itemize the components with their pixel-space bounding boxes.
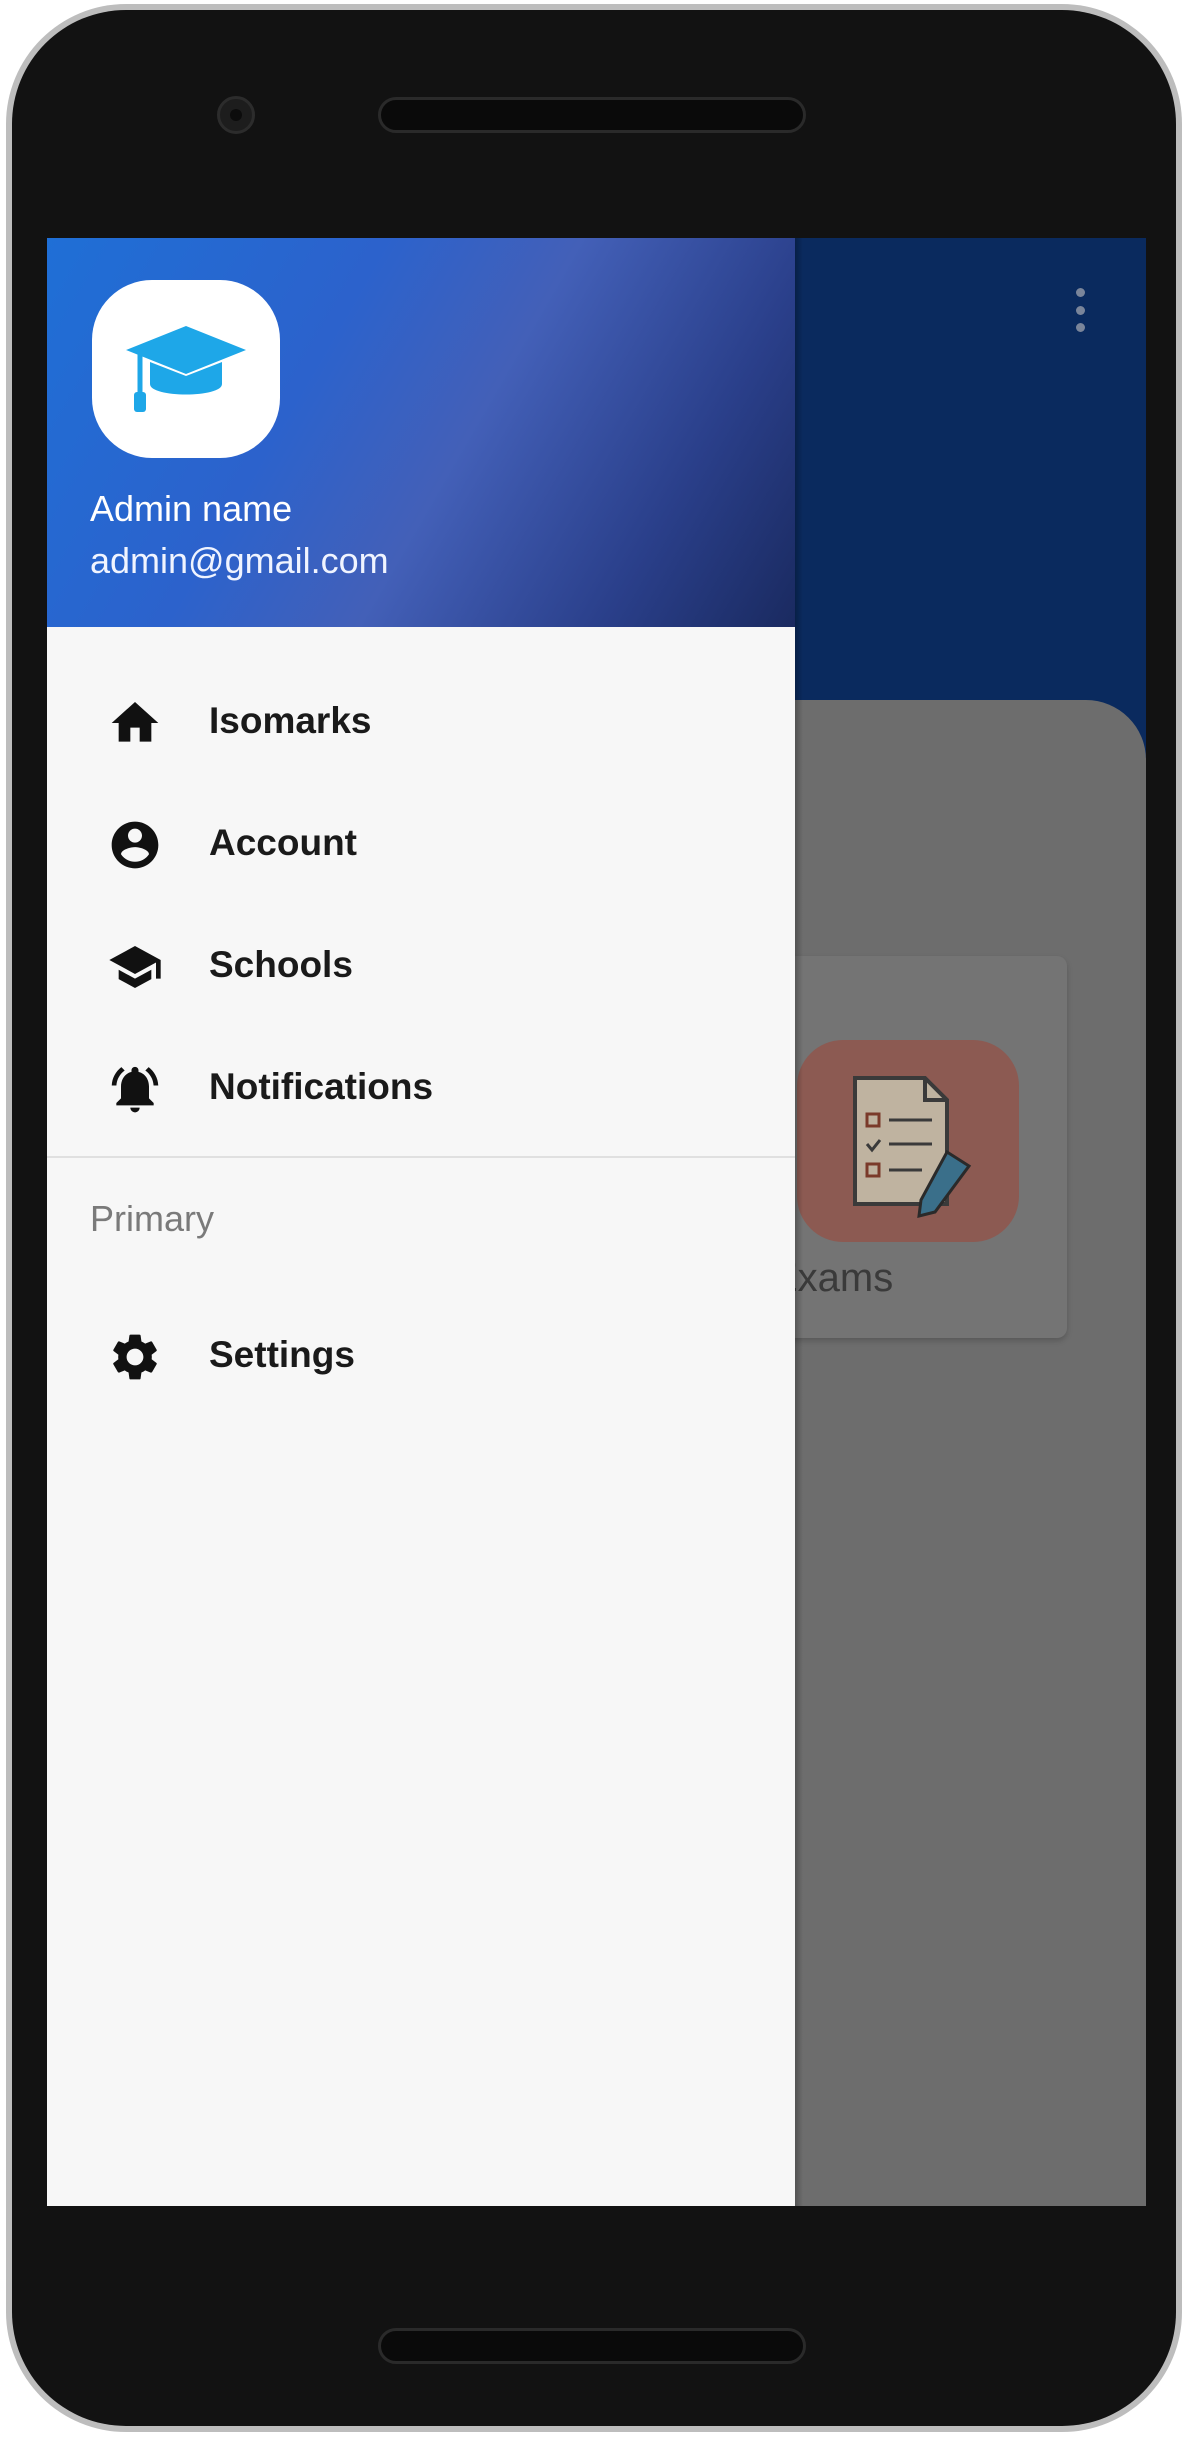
school-icon	[109, 946, 161, 988]
account-circle-icon	[111, 821, 159, 869]
nav-item-label: Schools	[209, 944, 353, 985]
nav-item-isomarks[interactable]: Isomarks	[47, 668, 795, 778]
avatar[interactable]	[92, 280, 280, 458]
divider	[47, 1156, 795, 1158]
nav-item-label: Isomarks	[209, 700, 372, 741]
exams-icon	[797, 1040, 1019, 1242]
notifications-active-icon	[111, 1066, 159, 1113]
navigation-drawer: Admin name admin@gmail.com Isomarks Acco…	[47, 238, 795, 2206]
graduation-cap-icon	[126, 326, 246, 412]
gear-icon	[113, 1334, 157, 1380]
screen: dmin Exams	[47, 238, 1146, 2206]
user-email: admin@gmail.com	[90, 540, 389, 581]
nav-item-notifications[interactable]: Notifications	[47, 1034, 795, 1144]
drawer-shadow	[795, 238, 803, 2206]
nav-item-label: Settings	[209, 1334, 355, 1375]
nav-item-schools[interactable]: Schools	[47, 912, 795, 1022]
section-label-primary: Primary	[90, 1198, 214, 1239]
nav-item-label: Notifications	[209, 1066, 434, 1107]
nav-item-settings[interactable]: Settings	[47, 1302, 795, 1412]
front-camera	[217, 96, 255, 134]
user-name: Admin name	[90, 488, 293, 529]
earpiece-speaker	[378, 97, 806, 133]
drawer-header: Admin name admin@gmail.com	[47, 238, 795, 627]
bottom-speaker	[378, 2328, 806, 2364]
home-icon	[111, 702, 159, 742]
overflow-menu-icon[interactable]	[1075, 288, 1085, 332]
nav-item-account[interactable]: Account	[47, 790, 795, 900]
nav-item-label: Account	[209, 822, 357, 863]
